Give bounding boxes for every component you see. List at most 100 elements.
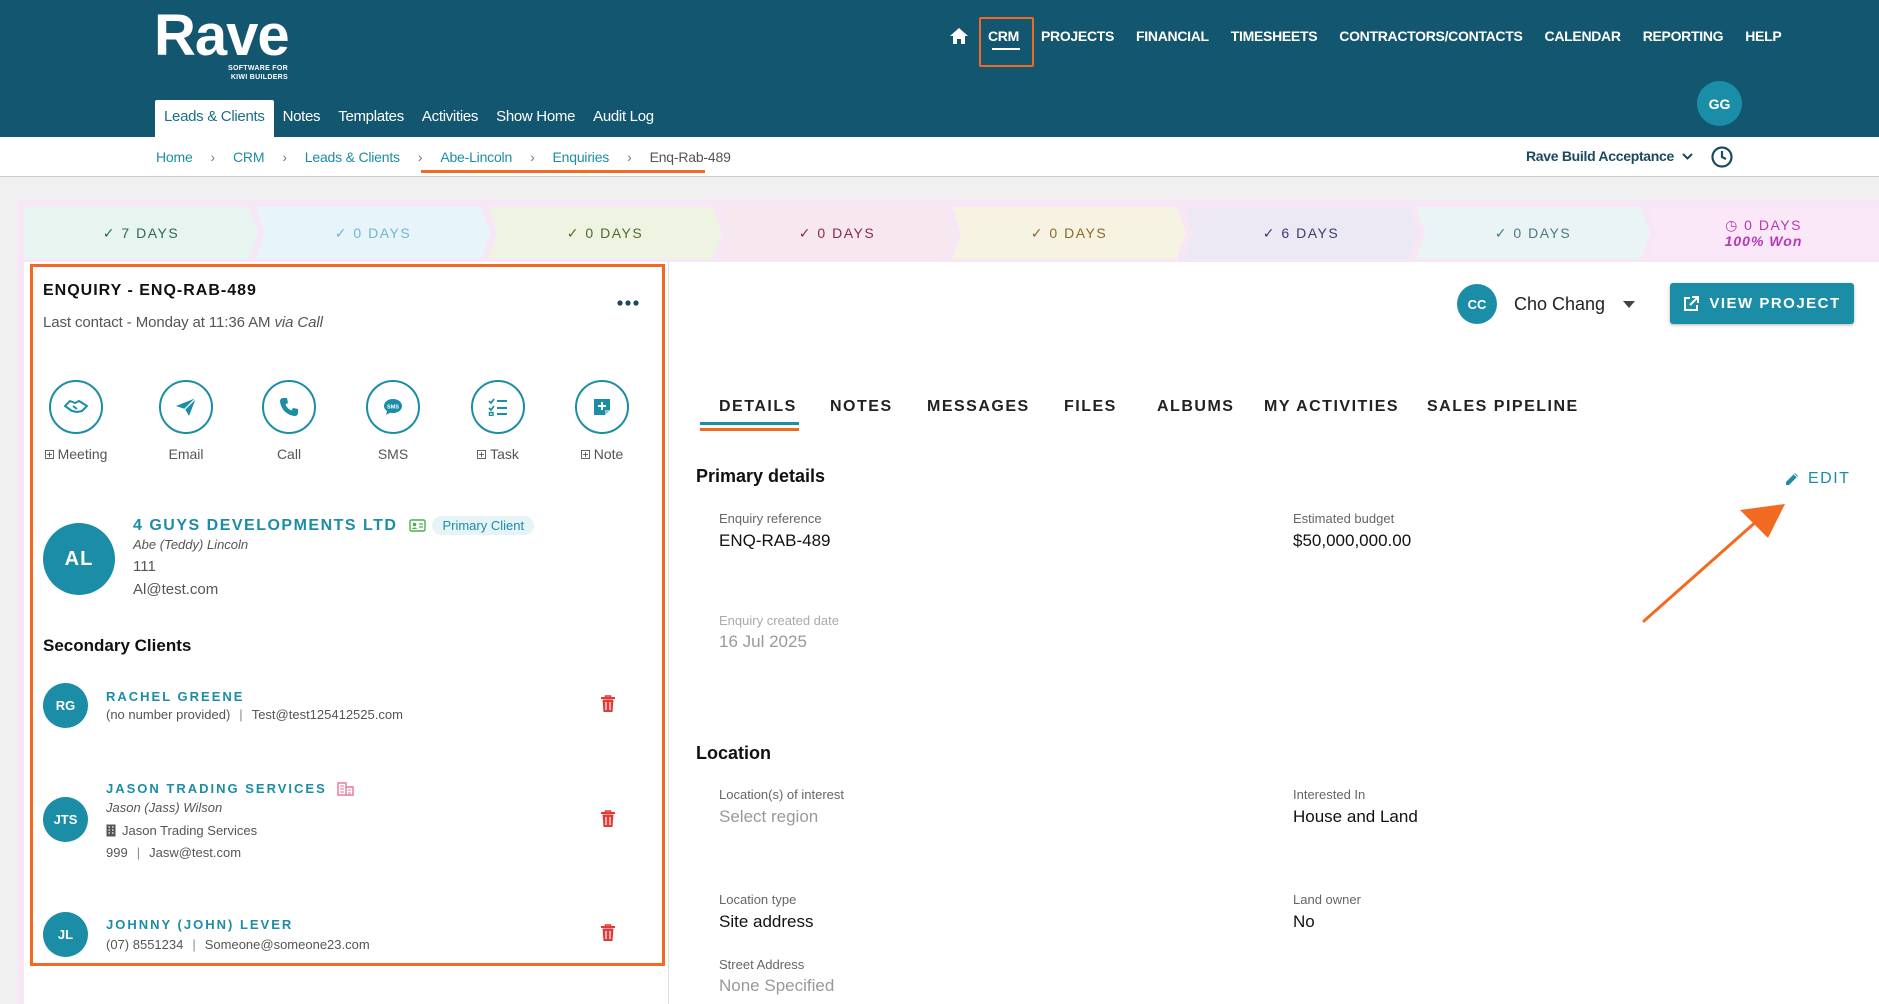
home-icon[interactable] <box>950 28 968 44</box>
organisation-select[interactable]: Rave Build Acceptance <box>1526 148 1693 164</box>
tab-files[interactable]: FILES <box>1064 398 1117 416</box>
breadcrumb-separator: › <box>210 149 216 165</box>
crm-active-indicator <box>992 48 1020 50</box>
edit-button[interactable]: EDIT <box>1784 470 1850 488</box>
breadcrumb: Home › CRM › Leads & Clients › Abe-Lincoln ›… <box>156 149 731 165</box>
task-label-row: Task <box>453 446 543 462</box>
send-icon <box>159 380 213 434</box>
nav-financial[interactable]: FINANCIAL <box>1136 26 1209 46</box>
location-interest-value: Select region <box>719 807 819 826</box>
primary-client-phone: 111 <box>133 558 156 575</box>
note-action[interactable]: Note <box>557 380 647 462</box>
primary-client-name[interactable]: 4 GUYS DEVELOPMENTS LTD <box>133 517 397 535</box>
stage-5[interactable]: ✓ 0 DAYS <box>952 207 1186 259</box>
breadcrumb-leads-clients[interactable]: Leads & Clients <box>305 149 400 165</box>
secondary-client-name[interactable]: JASON TRADING SERVICES <box>106 781 354 796</box>
secondary-client-phone: (07) 8551234 <box>106 937 184 952</box>
interested-in-label: Interested In <box>1293 787 1366 802</box>
location-title: Location <box>696 743 771 763</box>
secondary-client-avatar: RG <box>43 683 88 728</box>
secondary-client-email: Someone@someone23.com <box>204 937 370 952</box>
interested-in-value: House and Land <box>1293 807 1418 826</box>
breadcrumb-home[interactable]: Home <box>156 149 193 165</box>
street-address-label: Street Address <box>719 957 805 972</box>
organisation-name: Rave Build Acceptance <box>1526 148 1675 164</box>
stage-7-label: 0 DAYS <box>1513 225 1572 241</box>
top-header: Rave SOFTWARE FOR KIWI BUILDERS CRM PROJ… <box>0 0 1879 137</box>
check-icon: ✓ <box>1030 225 1045 241</box>
enquiry-owner-select[interactable]: CC Cho Chang <box>1457 284 1636 324</box>
nav-timesheets[interactable]: TIMESHEETS <box>1231 26 1318 46</box>
breadcrumb-client[interactable]: Abe-Lincoln <box>440 149 512 165</box>
subnav-leads-clients[interactable]: Leads & Clients <box>155 100 274 137</box>
history-clock-icon[interactable] <box>1710 145 1734 169</box>
subnav-show-home[interactable]: Show Home <box>487 100 584 137</box>
more-options-icon[interactable] <box>617 300 639 306</box>
view-project-label: VIEW PROJECT <box>1709 295 1841 312</box>
stage-1[interactable]: ✓ 7 DAYS <box>24 207 258 259</box>
primary-client-avatar: AL <box>43 523 115 595</box>
subnav-notes[interactable]: Notes <box>274 100 330 137</box>
nav-help[interactable]: HELP <box>1745 26 1781 46</box>
stage-2[interactable]: ✓ 0 DAYS <box>256 207 490 259</box>
secondary-client-name-text: JOHNNY (JOHN) LEVER <box>106 917 294 932</box>
breadcrumb-crm[interactable]: CRM <box>233 149 264 165</box>
secondary-client-name[interactable]: JOHNNY (JOHN) LEVER <box>106 917 293 932</box>
svg-text:SMS: SMS <box>387 405 399 411</box>
breadcrumb-separator: › <box>282 149 287 165</box>
primary-client-contact: Abe (Teddy) Lincoln <box>133 537 249 552</box>
delete-icon[interactable] <box>600 810 616 828</box>
nav-contractors-contacts[interactable]: CONTRACTORS/CONTACTS <box>1339 26 1523 46</box>
phone-icon <box>262 380 316 434</box>
meeting-label-row: Meeting <box>31 446 121 462</box>
sms-action[interactable]: SMS SMS <box>348 380 438 462</box>
secondary-clients-title: Secondary Clients <box>43 636 192 655</box>
meeting-label: Meeting <box>57 446 108 462</box>
stage-5-label: 0 DAYS <box>1049 225 1108 241</box>
nav-calendar[interactable]: CALENDAR <box>1545 26 1621 46</box>
meeting-action[interactable]: Meeting <box>31 380 121 462</box>
subnav-templates[interactable]: Templates <box>329 100 413 137</box>
enquiry-details-panel <box>668 262 1879 1004</box>
tab-messages[interactable]: MESSAGES <box>927 398 1030 416</box>
crm-highlight-box <box>979 17 1034 67</box>
add-note-icon <box>575 380 629 434</box>
stage-7[interactable]: ✓ 0 DAYS <box>1416 207 1650 259</box>
secondary-client-contact-line: (no number provided) | Test@test125412525.… <box>106 707 403 722</box>
stage-6[interactable]: ✓ 6 DAYS <box>1184 207 1418 259</box>
stage-4[interactable]: ✓ 0 DAYS <box>720 207 954 259</box>
tab-albums[interactable]: ALBUMS <box>1157 398 1234 416</box>
view-project-button[interactable]: VIEW PROJECT <box>1670 283 1854 324</box>
tab-my-activities[interactable]: MY ACTIVITIES <box>1264 398 1399 416</box>
tab-details[interactable]: DETAILS <box>719 398 797 416</box>
breadcrumb-bar: Home › CRM › Leads & Clients › Abe-Lincoln ›… <box>0 137 1879 177</box>
tab-notes[interactable]: NOTES <box>830 398 893 416</box>
subnav-activities[interactable]: Activities <box>413 100 487 137</box>
add-icon <box>477 449 487 459</box>
email-label-row: Email <box>141 446 231 462</box>
edit-label: EDIT <box>1808 470 1851 487</box>
subnav-audit-log[interactable]: Audit Log <box>584 100 663 137</box>
stage-1-label: 7 DAYS <box>121 225 180 241</box>
user-avatar[interactable]: GG <box>1697 81 1742 126</box>
nav-reporting[interactable]: REPORTING <box>1643 26 1724 46</box>
secondary-client-phone: 999 <box>106 845 128 860</box>
email-action[interactable]: Email <box>141 380 231 462</box>
street-address-value: None Specified <box>719 976 835 995</box>
primary-details-title: Primary details <box>696 466 826 486</box>
sms-label: SMS <box>377 446 409 462</box>
tab-sales-pipeline[interactable]: SALES PIPELINE <box>1427 398 1579 416</box>
breadcrumb-enquiries[interactable]: Enquiries <box>553 149 610 165</box>
add-icon <box>44 449 54 459</box>
stage-3[interactable]: ✓ 0 DAYS <box>488 207 722 259</box>
delete-icon[interactable] <box>600 695 616 713</box>
task-action[interactable]: Task <box>453 380 543 462</box>
rave-logo[interactable]: Rave SOFTWARE FOR KIWI BUILDERS <box>154 6 290 82</box>
pipeline-stages: ✓ 7 DAYS ✓ 0 DAYS ✓ 0 DAYS ✓ 0 DAYS ✓ 0 … <box>24 207 1879 259</box>
delete-icon[interactable] <box>600 924 616 942</box>
breadcrumb-separator: › <box>530 149 535 165</box>
nav-projects[interactable]: PROJECTS <box>1041 26 1114 46</box>
secondary-client-name[interactable]: RACHEL GREENE <box>106 689 244 704</box>
call-action[interactable]: Call <box>244 380 334 462</box>
stage-won[interactable]: ◷ 0 DAYS 100% Won <box>1648 207 1879 259</box>
